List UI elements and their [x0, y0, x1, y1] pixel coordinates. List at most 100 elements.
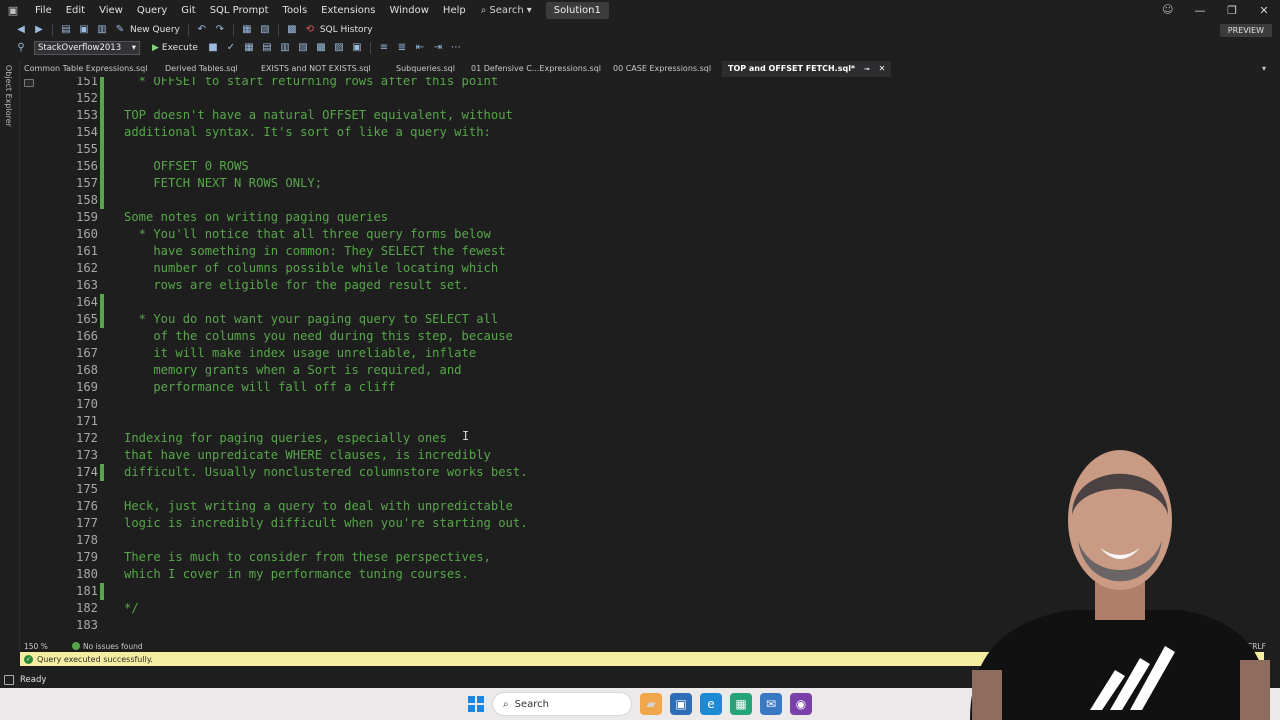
uncomment-icon[interactable]: ≣ — [395, 41, 409, 55]
zoom-level[interactable]: 150 % — [24, 642, 72, 651]
code-line[interactable]: 155 — [20, 141, 1260, 158]
store-app-icon[interactable]: ▦ — [730, 693, 752, 715]
preview-button[interactable]: PREVIEW — [1219, 24, 1272, 37]
live-stats-icon[interactable]: ▨ — [332, 41, 346, 55]
results-to-text-icon[interactable]: ▥ — [278, 41, 292, 55]
teams-app-icon[interactable]: ◉ — [790, 693, 812, 715]
tab-overflow-icon[interactable]: ▾ — [1262, 61, 1266, 77]
line-number: 159 — [75, 210, 98, 224]
object-explorer-strip[interactable]: Object Explorer — [0, 61, 20, 653]
new-query-icon[interactable]: ✎ — [113, 23, 127, 37]
code-line[interactable]: 152 — [20, 90, 1260, 107]
database-selector[interactable]: StackOverflow2013 ▾ — [34, 41, 140, 55]
execute-button[interactable]: ▶ Execute — [152, 43, 198, 53]
actual-plan-icon[interactable]: ▩ — [314, 41, 328, 55]
menu-extensions[interactable]: Extensions — [314, 0, 382, 21]
new-query-button[interactable]: New Query — [130, 25, 180, 35]
minimize-icon[interactable]: — — [1184, 4, 1216, 17]
tab-exists-and-not-exists[interactable]: EXISTS and NOT EXISTS.sql — [261, 61, 371, 77]
redo-icon[interactable]: ↷ — [213, 23, 227, 37]
line-number: 178 — [75, 533, 98, 547]
decrease-indent-icon[interactable]: ⇤ — [413, 41, 427, 55]
menu-search[interactable]: ⌕ Search ▾ — [473, 5, 540, 16]
save-icon[interactable]: ▣ — [77, 23, 91, 37]
taskbar-search[interactable]: ⌕ Search — [492, 692, 632, 716]
mail-app-icon[interactable]: ✉ — [760, 693, 782, 715]
code-line[interactable]: 154 additional syntax. It's sort of like … — [20, 124, 1260, 141]
sql-compare-icon[interactable]: ▩ — [285, 23, 299, 37]
code-line[interactable]: 163 rows are eligible for the paged resu… — [20, 277, 1260, 294]
code-text: TOP doesn't have a natural OFFSET equiva… — [124, 108, 513, 122]
menu-git[interactable]: Git — [174, 0, 202, 21]
toolbar-separator — [369, 42, 371, 54]
issues-indicator[interactable]: No issues found — [72, 642, 143, 651]
tab-derived-tables[interactable]: Derived Tables.sql — [165, 61, 238, 77]
app-status-text: Ready — [20, 675, 47, 685]
connect-icon[interactable]: ⚲ — [14, 41, 28, 55]
database-name: StackOverflow2013 — [38, 43, 122, 53]
close-icon[interactable]: ✕ — [879, 64, 886, 73]
code-line[interactable]: 168 memory grants when a Sort is require… — [20, 362, 1260, 379]
code-line[interactable]: 156 OFFSET 0 ROWS — [20, 158, 1260, 175]
specify-values-icon[interactable]: ⋯ — [449, 41, 463, 55]
code-line[interactable]: 164 — [20, 294, 1260, 311]
display-plan-icon[interactable]: ▧ — [258, 23, 272, 37]
code-line[interactable]: 170 — [20, 396, 1260, 413]
line-number: 165 — [75, 312, 98, 326]
line-number: 160 — [75, 227, 98, 241]
menu-window[interactable]: Window — [382, 0, 435, 21]
parse-icon[interactable]: ▦ — [240, 23, 254, 37]
menu-sql-prompt[interactable]: SQL Prompt — [203, 0, 276, 21]
edge-browser-icon[interactable]: e — [700, 693, 722, 715]
account-icon[interactable]: ☺ — [1162, 3, 1176, 17]
code-text: that have unpredicate WHERE clauses, is … — [124, 448, 491, 462]
code-line[interactable]: 158 — [20, 192, 1260, 209]
tab-top-and-offset-fetch[interactable]: TOP and OFFSET FETCH.sql* ⊸ ✕ — [722, 61, 892, 77]
results-to-grid-icon[interactable]: ▤ — [260, 41, 274, 55]
code-line[interactable]: 165 * You do not want your paging query … — [20, 311, 1260, 328]
save-all-icon[interactable]: ▥ — [95, 23, 109, 37]
tab-defensive-case-expressions[interactable]: 01 Defensive C...Expressions.sql — [471, 61, 601, 77]
solution-name[interactable]: Solution1 — [545, 2, 609, 19]
pin-icon[interactable]: ⊸ — [864, 65, 870, 73]
code-line[interactable]: 161 have something in common: They SELEC… — [20, 243, 1260, 260]
sql-history-icon[interactable]: ⟲ — [303, 23, 317, 37]
results-to-file-icon[interactable]: ▧ — [296, 41, 310, 55]
file-explorer-icon[interactable]: ▰ — [640, 693, 662, 715]
menu-tools[interactable]: Tools — [276, 0, 315, 21]
estimated-plan-icon[interactable]: ▦ — [242, 41, 256, 55]
tab-case-expressions[interactable]: 00 CASE Expressions.sql — [613, 61, 711, 77]
code-line[interactable]: 160 * You'll notice that all three query… — [20, 226, 1260, 243]
code-line[interactable]: 153 TOP doesn't have a natural OFFSET equ… — [20, 107, 1260, 124]
code-line[interactable]: 157 FETCH NEXT N ROWS ONLY; — [20, 175, 1260, 192]
ssms-taskbar-icon[interactable]: ▣ — [670, 693, 692, 715]
code-line[interactable]: 151 * OFFSET to start returning rows aft… — [20, 77, 1260, 90]
check-icon[interactable]: ✓ — [224, 41, 238, 55]
restore-icon[interactable]: ❐ — [1216, 4, 1248, 17]
menu-view[interactable]: View — [92, 0, 130, 21]
code-line[interactable]: 167 it will make index usage unreliable,… — [20, 345, 1260, 362]
comment-icon[interactable]: ≡ — [377, 41, 391, 55]
increase-indent-icon[interactable]: ⇥ — [431, 41, 445, 55]
windows-start-icon[interactable] — [468, 696, 484, 712]
client-stats-icon[interactable]: ▣ — [350, 41, 364, 55]
menu-file[interactable]: File — [28, 0, 59, 21]
code-line[interactable]: 169 performance will fall off a cliff — [20, 379, 1260, 396]
tab-common-table-expressions[interactable]: Common Table Expressions.sql — [24, 61, 147, 77]
sql-history-button[interactable]: SQL History — [320, 25, 373, 35]
open-folder-icon[interactable]: ▤ — [59, 23, 73, 37]
undo-icon[interactable]: ↶ — [195, 23, 209, 37]
menu-edit[interactable]: Edit — [59, 0, 92, 21]
line-number: 179 — [75, 550, 98, 564]
object-explorer-tab[interactable]: Object Explorer — [4, 65, 13, 127]
close-icon[interactable]: ✕ — [1248, 4, 1280, 17]
tab-subqueries[interactable]: Subqueries.sql — [396, 61, 455, 77]
code-line[interactable]: 166 of the columns you need during this … — [20, 328, 1260, 345]
stop-icon[interactable]: ■ — [206, 41, 220, 55]
menu-help[interactable]: Help — [436, 0, 473, 21]
menu-query[interactable]: Query — [130, 0, 174, 21]
forward-icon[interactable]: ▶ — [32, 23, 46, 37]
code-line[interactable]: 162 number of columns possible while loc… — [20, 260, 1260, 277]
code-line[interactable]: 159 Some notes on writing paging queries — [20, 209, 1260, 226]
back-icon[interactable]: ◀ — [14, 23, 28, 37]
